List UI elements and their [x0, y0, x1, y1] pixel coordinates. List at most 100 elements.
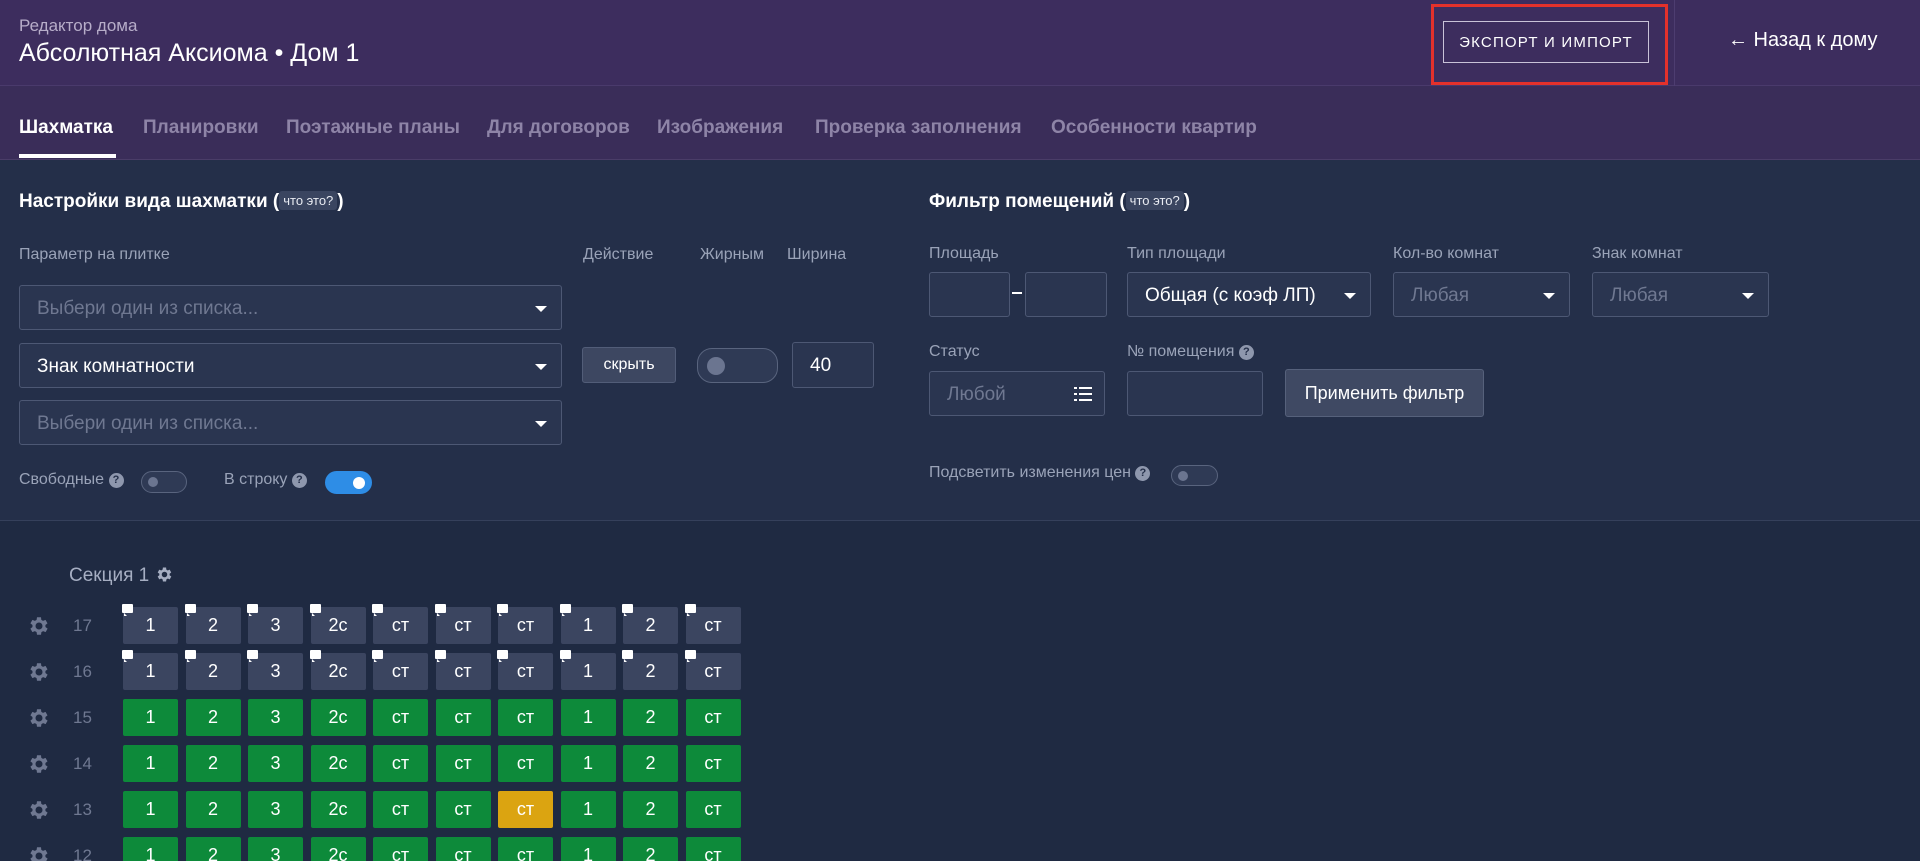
rooms-select[interactable]: Любая	[1393, 272, 1570, 317]
param-select-3[interactable]: Выбери один из списка...	[19, 400, 562, 445]
apartment-cell[interactable]: 2	[622, 650, 678, 690]
apartment-cell[interactable]: ст	[497, 650, 553, 690]
apartment-cell[interactable]: 2с	[310, 699, 366, 736]
inline-toggle[interactable]	[325, 471, 372, 494]
apartment-cell[interactable]: ст	[685, 791, 741, 828]
apartment-cell[interactable]: 1	[559, 604, 616, 644]
floor-gear-icon[interactable]	[27, 798, 51, 822]
apartment-cell[interactable]: 1	[560, 699, 616, 736]
apartment-cell[interactable]: ст	[372, 604, 428, 644]
apartment-cell[interactable]: ст	[373, 791, 428, 828]
apartment-cell[interactable]: ст	[684, 650, 741, 690]
apartment-cell[interactable]: ст	[434, 604, 491, 644]
area-max-input[interactable]	[1025, 272, 1107, 317]
apartment-cell[interactable]: 2с	[310, 837, 366, 861]
apartment-cell[interactable]: 2	[184, 650, 241, 690]
area-min-input[interactable]	[929, 272, 1010, 317]
help-icon[interactable]: ?	[291, 473, 307, 488]
floor-gear-icon[interactable]	[27, 614, 51, 638]
status-select[interactable]: Любой	[929, 371, 1105, 416]
apartment-cell[interactable]: ст	[684, 604, 741, 644]
tab-layouts[interactable]: Планировки	[143, 117, 259, 139]
apartment-cell[interactable]: 1	[123, 837, 178, 861]
help-icon[interactable]: ?	[1238, 345, 1254, 360]
apartment-cell[interactable]: 2	[185, 745, 241, 782]
apartment-cell[interactable]: 2с	[310, 745, 366, 782]
tab-images[interactable]: Изображения	[657, 117, 783, 139]
apartment-cell[interactable]: ст	[497, 604, 553, 644]
apartment-cell[interactable]: ст	[498, 791, 553, 828]
apartment-cell[interactable]: 1	[123, 699, 178, 736]
tab-apartment-features[interactable]: Особенности квартир	[1051, 117, 1257, 139]
apartment-cell[interactable]: ст	[685, 745, 741, 782]
apartment-cell[interactable]: 2	[185, 791, 241, 828]
apartment-cell[interactable]: 1	[122, 604, 178, 644]
free-toggle[interactable]	[141, 471, 187, 493]
apartment-cell[interactable]: ст	[435, 745, 491, 782]
apartment-cell[interactable]: 2	[623, 837, 678, 861]
apartment-cell[interactable]: 3	[248, 837, 303, 861]
hide-button[interactable]: скрыть	[582, 347, 676, 383]
section-gear-icon[interactable]	[155, 565, 174, 584]
apartment-cell[interactable]: ст	[434, 650, 491, 690]
apartment-cell[interactable]: ст	[435, 699, 491, 736]
apply-filter-button[interactable]: Применить фильтр	[1285, 369, 1484, 417]
apartment-cell[interactable]: ст	[373, 699, 428, 736]
apartment-cell[interactable]: 3	[247, 650, 303, 690]
help-icon[interactable]: ?	[1135, 466, 1151, 481]
apartment-cell[interactable]: 2	[185, 699, 241, 736]
apartment-cell[interactable]: ст	[685, 837, 741, 861]
rooms-sign-select[interactable]: Любая	[1592, 272, 1769, 317]
help-icon[interactable]: ?	[108, 473, 124, 488]
apartment-cell[interactable]: 2с	[310, 791, 366, 828]
apartment-cell[interactable]: 1	[560, 837, 616, 861]
room-number-input[interactable]	[1127, 371, 1263, 416]
apartment-cell[interactable]: ст	[685, 699, 741, 736]
export-import-button[interactable]: ЭКСПОРТ И ИМПОРТ	[1443, 21, 1649, 63]
tab-completeness[interactable]: Проверка заполнения	[815, 117, 1022, 139]
apartment-cell[interactable]: 3	[248, 745, 303, 782]
view-settings-help-chip[interactable]: что это?	[279, 191, 338, 210]
highlight-toggle[interactable]	[1171, 465, 1218, 486]
floor-gear-icon[interactable]	[27, 752, 51, 776]
tab-contracts[interactable]: Для договоров	[487, 117, 630, 139]
apartment-cell[interactable]: 1	[123, 791, 178, 828]
apartment-cell[interactable]: 2с	[309, 604, 366, 644]
tab-chess[interactable]: Шахматка	[19, 117, 113, 139]
apartment-cell[interactable]: 2	[622, 604, 678, 644]
apartment-cell[interactable]: ст	[498, 837, 553, 861]
filter-help-chip[interactable]: что это?	[1125, 191, 1184, 210]
apartment-cell[interactable]: 1	[560, 745, 616, 782]
apartment-cell[interactable]: 3	[248, 791, 303, 828]
apartment-cell[interactable]: 2	[185, 837, 241, 861]
apartment-cell[interactable]: ст	[498, 699, 553, 736]
apartment-cell[interactable]: 2	[623, 745, 678, 782]
bold-toggle[interactable]	[697, 348, 778, 383]
floor-gear-icon[interactable]	[27, 660, 51, 684]
tab-floor-plans[interactable]: Поэтажные планы	[286, 117, 460, 139]
apartment-cell[interactable]: 2	[184, 604, 241, 644]
apartment-cell-label: ст	[516, 753, 535, 773]
apartment-cell[interactable]: 3	[248, 699, 303, 736]
param-select-1[interactable]: Выбери один из списка...	[19, 285, 562, 330]
param-select-2[interactable]: Знак комнатности	[19, 343, 562, 388]
floor-gear-icon[interactable]	[27, 844, 51, 861]
apartment-cell[interactable]: 1	[560, 791, 616, 828]
apartment-cell[interactable]: 2	[623, 699, 678, 736]
apartment-cell[interactable]: 3	[247, 604, 303, 644]
apartment-cell[interactable]: ст	[498, 745, 553, 782]
area-type-select[interactable]: Общая (с коэф ЛП)	[1127, 272, 1371, 317]
width-input[interactable]: 40	[792, 342, 874, 388]
apartment-cell[interactable]: ст	[373, 837, 428, 861]
apartment-cell[interactable]: 1	[559, 650, 616, 690]
apartment-cell[interactable]: ст	[435, 837, 491, 861]
apartment-cell[interactable]: ст	[373, 745, 428, 782]
back-to-house-link[interactable]: ← Назад к дому	[1728, 29, 1878, 52]
floor-gear-icon[interactable]	[27, 706, 51, 730]
apartment-cell[interactable]: ст	[435, 791, 491, 828]
apartment-cell[interactable]: 2	[623, 791, 678, 828]
apartment-cell[interactable]: 1	[122, 650, 178, 690]
apartment-cell[interactable]: 1	[123, 745, 178, 782]
apartment-cell[interactable]: 2с	[309, 650, 366, 690]
apartment-cell[interactable]: ст	[372, 650, 428, 690]
